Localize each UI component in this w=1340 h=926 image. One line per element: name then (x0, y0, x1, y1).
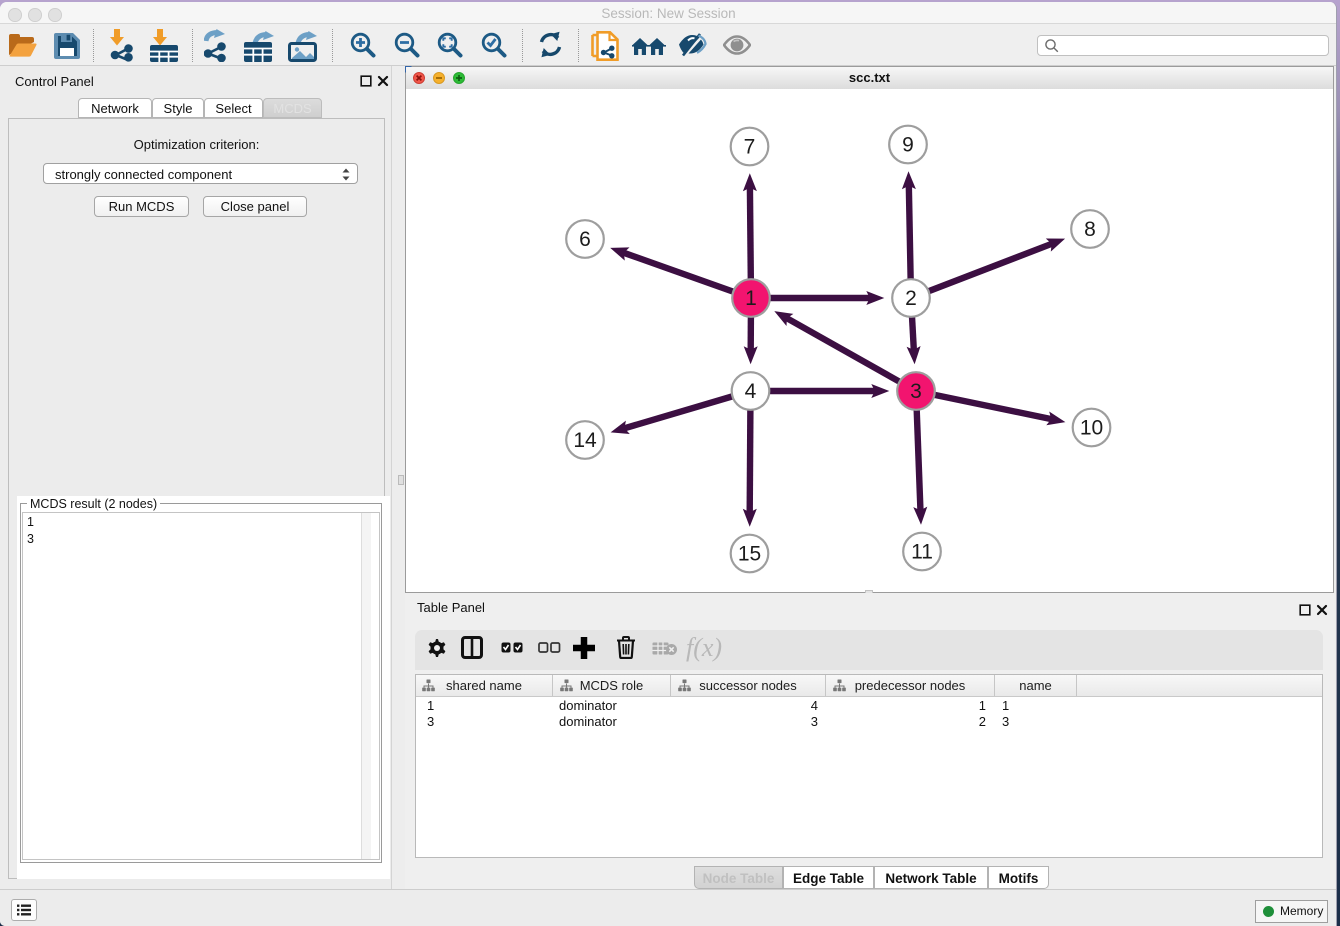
svg-text:2: 2 (905, 287, 917, 310)
svg-text:8: 8 (1084, 218, 1096, 241)
svg-text:15: 15 (738, 543, 761, 566)
svg-text:4: 4 (745, 380, 757, 403)
svg-text:7: 7 (744, 136, 756, 159)
svg-text:11: 11 (911, 541, 933, 564)
svg-text:14: 14 (573, 429, 597, 452)
svg-text:3: 3 (910, 380, 922, 403)
svg-text:10: 10 (1080, 417, 1103, 440)
svg-text:6: 6 (579, 228, 591, 251)
svg-text:1: 1 (745, 287, 757, 310)
svg-text:9: 9 (902, 134, 914, 157)
